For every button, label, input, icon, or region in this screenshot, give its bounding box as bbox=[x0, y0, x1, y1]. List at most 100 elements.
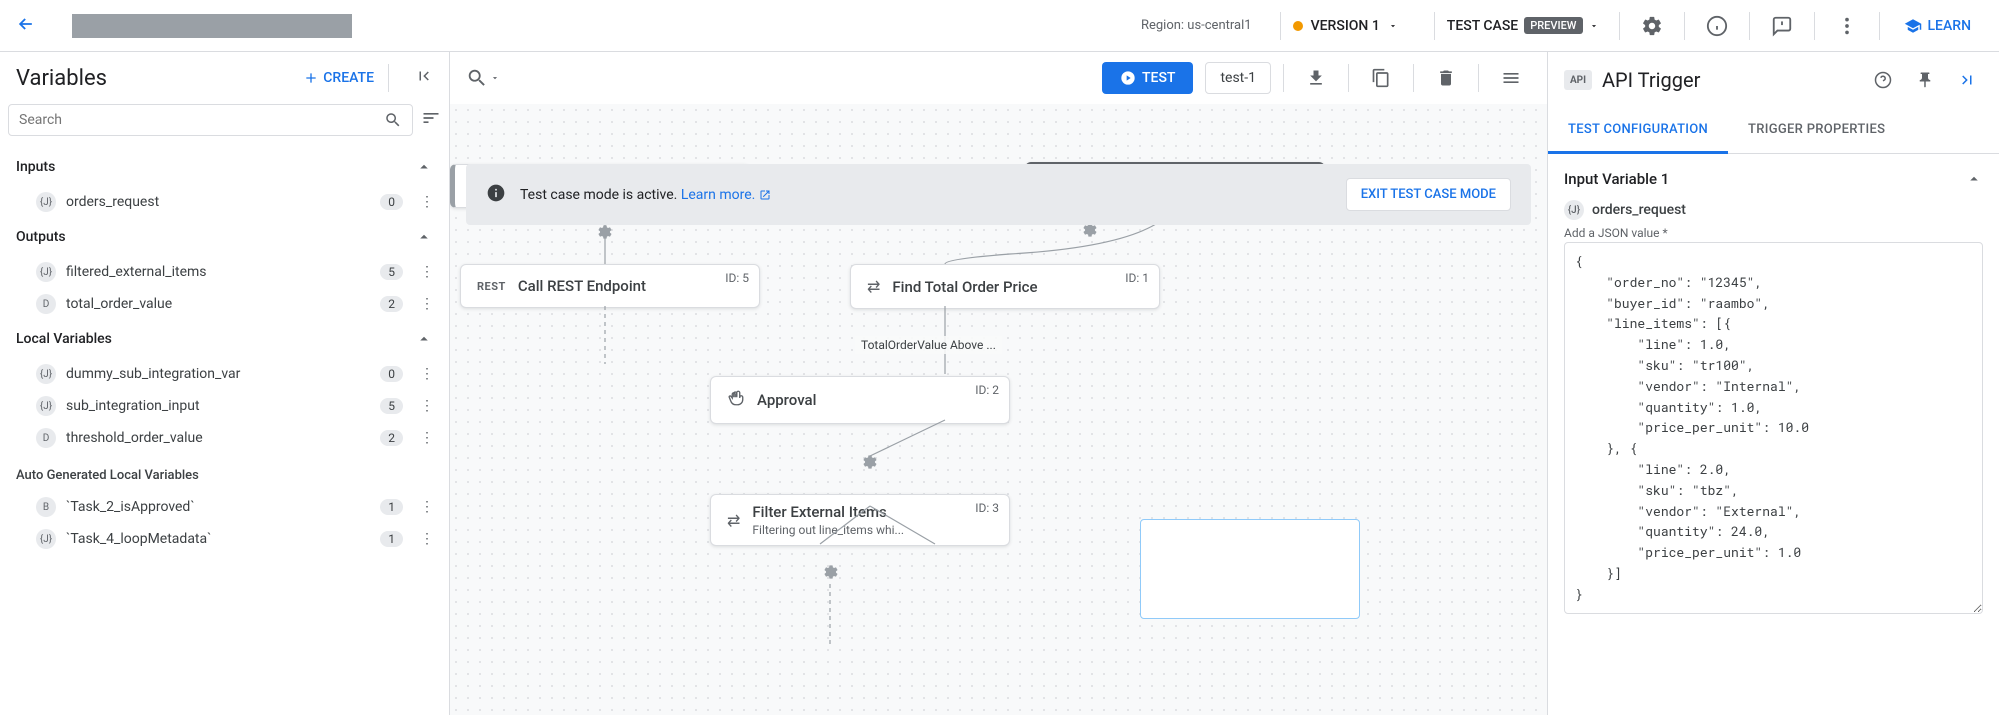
create-variable-button[interactable]: CREATE bbox=[303, 70, 374, 86]
double-type-badge: D bbox=[36, 428, 56, 448]
list-view-button[interactable] bbox=[1491, 58, 1531, 98]
divider bbox=[1684, 12, 1685, 40]
usage-count: 5 bbox=[380, 264, 403, 280]
variable-more-button[interactable]: ⋮ bbox=[417, 499, 437, 515]
usage-count: 0 bbox=[380, 366, 403, 382]
trigger-config-panel: API API Trigger TEST CONFIGURATION TRIGG… bbox=[1547, 52, 1999, 715]
input-variable-section-header[interactable]: Input Variable 1 bbox=[1564, 170, 1983, 188]
json-input-textarea[interactable]: { "order_no": "12345", "buyer_id": "raam… bbox=[1564, 242, 1983, 614]
settings-button[interactable] bbox=[1632, 6, 1672, 46]
pin-button[interactable] bbox=[1909, 64, 1941, 96]
external-link-icon bbox=[759, 189, 771, 201]
feedback-button[interactable] bbox=[1762, 6, 1802, 46]
outputs-section-header[interactable]: Outputs bbox=[0, 218, 449, 256]
integration-canvas[interactable]: TEST test-1 bbox=[450, 52, 1547, 715]
edge-config-icon[interactable] bbox=[862, 454, 878, 474]
locals-section-header[interactable]: Local Variables bbox=[0, 320, 449, 358]
usage-count: 5 bbox=[380, 398, 403, 414]
variable-row[interactable]: {J} sub_integration_input 5 ⋮ bbox=[0, 390, 449, 422]
learn-button[interactable]: LEARN bbox=[1892, 17, 1984, 35]
variable-row[interactable]: {J} orders_request 0 ⋮ bbox=[0, 186, 449, 218]
more-vert-icon bbox=[1836, 15, 1858, 37]
back-icon[interactable] bbox=[16, 14, 36, 38]
variable-more-button[interactable]: ⋮ bbox=[417, 430, 437, 446]
variable-more-button[interactable]: ⋮ bbox=[417, 366, 437, 382]
test-button[interactable]: TEST bbox=[1102, 62, 1193, 94]
gear-icon bbox=[1641, 15, 1663, 37]
info-button[interactable] bbox=[1697, 6, 1737, 46]
more-menu-button[interactable] bbox=[1827, 6, 1867, 46]
copy-button[interactable] bbox=[1361, 58, 1401, 98]
zoom-button[interactable] bbox=[466, 67, 500, 89]
edge-config-icon[interactable] bbox=[597, 224, 613, 244]
play-icon bbox=[1120, 70, 1136, 86]
variable-name: filtered_external_items bbox=[66, 264, 370, 280]
learn-more-link[interactable]: Learn more. bbox=[681, 187, 771, 203]
tab-test-config[interactable]: TEST CONFIGURATION bbox=[1548, 108, 1728, 154]
edge-config-icon[interactable] bbox=[823, 564, 839, 584]
test-name-field[interactable]: test-1 bbox=[1205, 62, 1271, 94]
variable-more-button[interactable]: ⋮ bbox=[417, 194, 437, 210]
search-icon[interactable] bbox=[384, 111, 402, 129]
banner-text: Test case mode is active. Learn more. bbox=[520, 187, 771, 203]
chevron-up-icon bbox=[415, 330, 433, 348]
variable-name: total_order_value bbox=[66, 296, 370, 312]
variable-row[interactable]: B `Task_2_isApproved` 1 ⋮ bbox=[0, 491, 449, 523]
variable-name: dummy_sub_integration_var bbox=[66, 366, 370, 382]
edge-condition-label[interactable]: TotalOrderValue Above ... bbox=[855, 336, 1002, 354]
variable-row[interactable]: {J} dummy_sub_integration_var 0 ⋮ bbox=[0, 358, 449, 390]
locals-label: Local Variables bbox=[16, 331, 112, 347]
learn-label: LEARN bbox=[1928, 18, 1972, 34]
trash-icon bbox=[1436, 68, 1456, 88]
version-label: VERSION 1 bbox=[1311, 18, 1380, 34]
copy-icon bbox=[1371, 68, 1391, 88]
testcase-selector[interactable]: TEST CASE PREVIEW bbox=[1447, 17, 1599, 34]
expand-panel-button[interactable] bbox=[1951, 64, 1983, 96]
variable-more-button[interactable]: ⋮ bbox=[417, 296, 437, 312]
canvas-background[interactable]: Test case mode is active. Learn more. EX… bbox=[450, 104, 1547, 715]
variable-more-button[interactable]: ⋮ bbox=[417, 264, 437, 280]
divider bbox=[1348, 64, 1349, 92]
create-label: CREATE bbox=[323, 70, 374, 86]
preview-badge: PREVIEW bbox=[1524, 17, 1582, 34]
delete-button[interactable] bbox=[1426, 58, 1466, 98]
variable-row[interactable]: D total_order_value 2 ⋮ bbox=[0, 288, 449, 320]
inputs-section-header[interactable]: Inputs bbox=[0, 148, 449, 186]
collapse-sidebar-button[interactable] bbox=[415, 67, 433, 89]
exit-test-mode-button[interactable]: EXIT TEST CASE MODE bbox=[1346, 178, 1511, 211]
usage-count: 1 bbox=[380, 531, 403, 547]
info-icon bbox=[486, 183, 506, 207]
version-selector[interactable]: VERSION 1 bbox=[1293, 18, 1398, 34]
test-label: TEST bbox=[1142, 70, 1175, 86]
variable-more-button[interactable]: ⋮ bbox=[417, 398, 437, 414]
input-variable-name: orders_request bbox=[1592, 202, 1686, 218]
integration-name-placeholder[interactable] bbox=[72, 14, 352, 38]
variable-name: sub_integration_input bbox=[66, 398, 370, 414]
download-icon bbox=[1306, 68, 1326, 88]
variable-more-button[interactable]: ⋮ bbox=[417, 531, 437, 547]
region-label: Region: us-central1 bbox=[1141, 18, 1252, 33]
variable-row[interactable]: D threshold_order_value 2 ⋮ bbox=[0, 422, 449, 454]
variable-name: orders_request bbox=[66, 194, 370, 210]
json-type-badge: {J} bbox=[36, 396, 56, 416]
chevron-up-icon bbox=[415, 228, 433, 246]
json-type-badge: {J} bbox=[36, 192, 56, 212]
divider bbox=[1413, 64, 1414, 92]
top-bar: Region: us-central1 VERSION 1 TEST CASE … bbox=[0, 0, 1999, 52]
tab-trigger-props[interactable]: TRIGGER PROPERTIES bbox=[1728, 108, 1905, 153]
variable-row[interactable]: {J} filtered_external_items 5 ⋮ bbox=[0, 256, 449, 288]
filter-button[interactable] bbox=[421, 108, 441, 132]
help-button[interactable] bbox=[1867, 64, 1899, 96]
search-input[interactable] bbox=[19, 112, 384, 128]
download-button[interactable] bbox=[1296, 58, 1336, 98]
edge-config-icon[interactable] bbox=[1082, 222, 1098, 242]
variables-sidebar: Variables CREATE Inputs bbox=[0, 52, 450, 715]
divider bbox=[1749, 12, 1750, 40]
divider bbox=[1619, 12, 1620, 40]
json-type-badge: {J} bbox=[36, 262, 56, 282]
feedback-icon bbox=[1771, 15, 1793, 37]
json-type-badge: {J} bbox=[36, 529, 56, 549]
variable-row[interactable]: {J} `Task_4_loopMetadata` 1 ⋮ bbox=[0, 523, 449, 555]
divider bbox=[1478, 64, 1479, 92]
zoom-icon bbox=[466, 67, 488, 89]
